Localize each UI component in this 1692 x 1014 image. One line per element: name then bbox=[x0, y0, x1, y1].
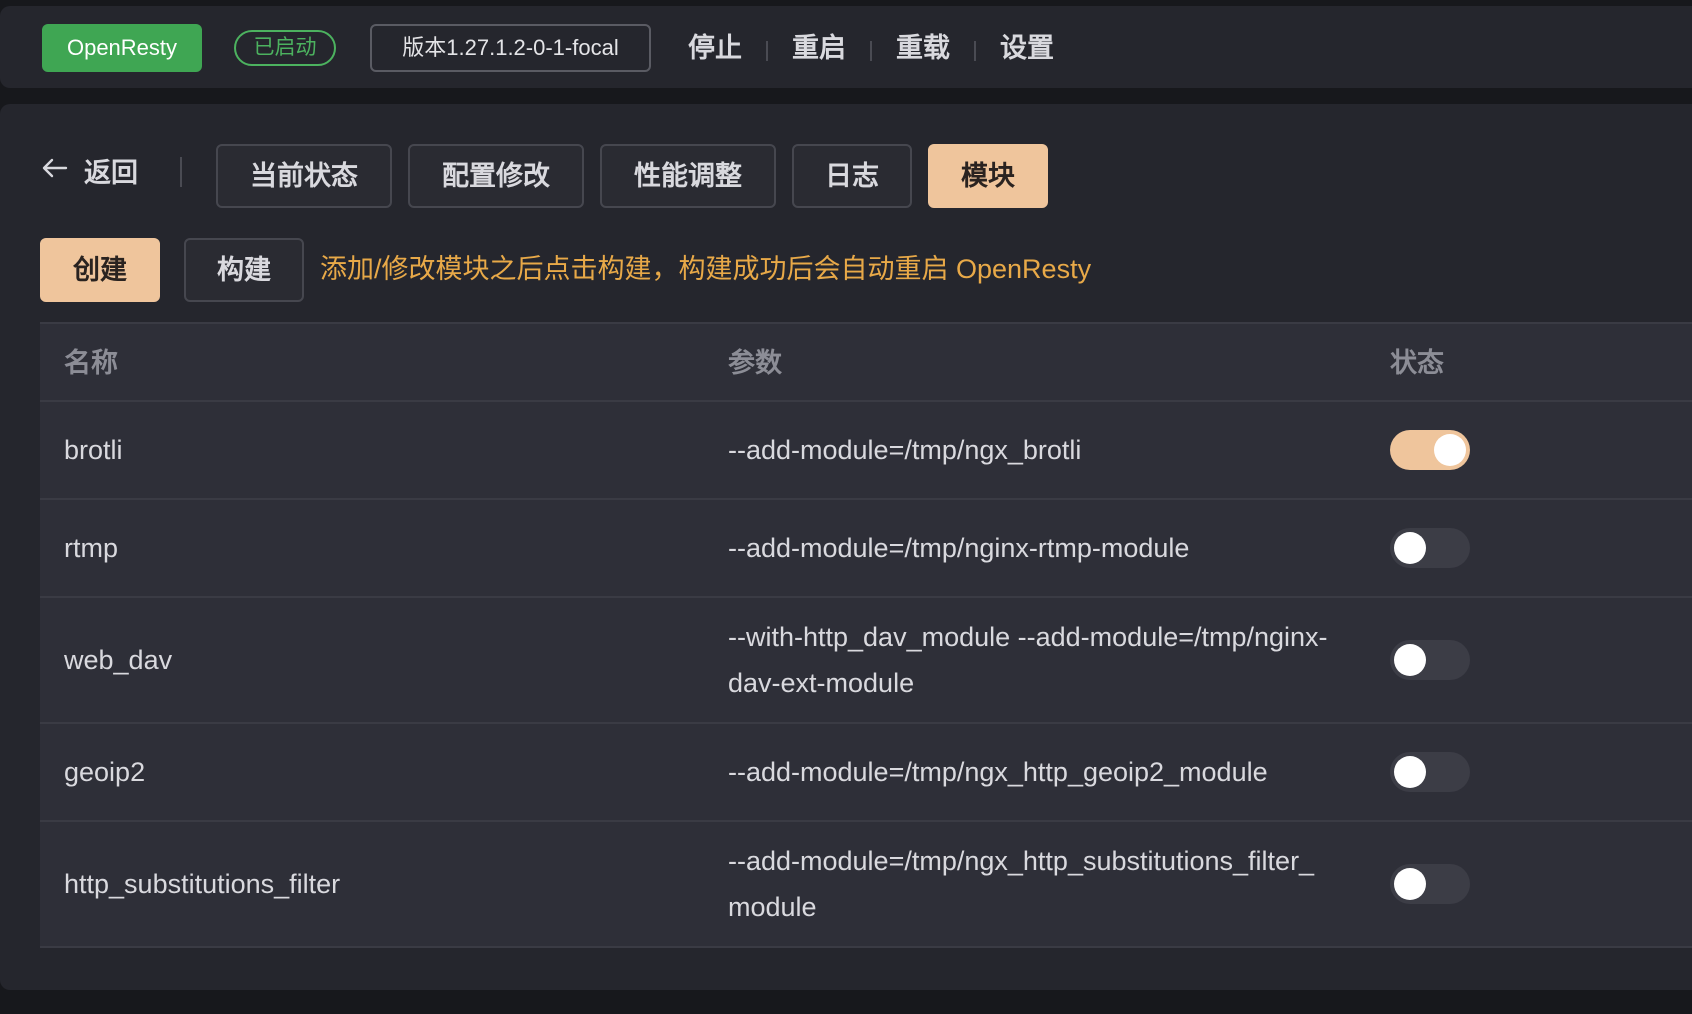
status-toggle[interactable] bbox=[1390, 752, 1470, 792]
status-toggle[interactable] bbox=[1390, 430, 1470, 470]
module-name: rtmp bbox=[64, 532, 118, 563]
main-panel: 返回 当前状态 配置修改 性能调整 日志 模块 创建 构建 添加/修改模块之后点… bbox=[0, 104, 1692, 990]
tab-modules[interactable]: 模块 bbox=[928, 144, 1048, 208]
modules-table: 名称 参数 状态 brotli --add-module=/tmp/ngx_br… bbox=[40, 322, 1692, 948]
restart-button[interactable]: 重启 bbox=[792, 24, 846, 72]
toggle-knob bbox=[1394, 756, 1426, 788]
separator bbox=[870, 41, 872, 61]
status-toggle[interactable] bbox=[1390, 528, 1470, 568]
module-name: geoip2 bbox=[64, 756, 146, 787]
toggle-knob bbox=[1434, 434, 1466, 466]
settings-button[interactable]: 设置 bbox=[1000, 24, 1054, 72]
arrow-left-icon bbox=[40, 153, 70, 188]
column-header-name: 名称 bbox=[64, 348, 118, 378]
column-header-status: 状态 bbox=[1390, 348, 1444, 378]
tab-current-status[interactable]: 当前状态 bbox=[216, 144, 392, 208]
status-badge: 已启动 bbox=[234, 30, 336, 66]
back-button[interactable]: 返回 bbox=[40, 146, 138, 194]
module-params: --add-module=/tmp/ngx_brotli bbox=[728, 435, 1082, 465]
table-row: brotli --add-module=/tmp/ngx_brotli bbox=[40, 402, 1692, 500]
module-params: --with-http_dav_module --add-module=/tmp… bbox=[728, 622, 1328, 698]
table-row: http_substitutions_filter --add-module=/… bbox=[40, 822, 1692, 948]
back-label: 返回 bbox=[84, 157, 138, 188]
top-bar: OpenResty 已启动 版本1.27.1.2-0-1-focal 停止 重启… bbox=[0, 6, 1692, 88]
stop-button[interactable]: 停止 bbox=[688, 24, 742, 72]
status-toggle[interactable] bbox=[1390, 864, 1470, 904]
table-row: geoip2 --add-module=/tmp/ngx_http_geoip2… bbox=[40, 724, 1692, 822]
separator bbox=[974, 41, 976, 61]
build-button[interactable]: 构建 bbox=[184, 238, 304, 302]
column-header-params: 参数 bbox=[728, 348, 782, 378]
module-params: --add-module=/tmp/ngx_http_geoip2_module bbox=[728, 757, 1268, 787]
version-tag: 版本1.27.1.2-0-1-focal bbox=[370, 24, 651, 72]
toggle-knob bbox=[1394, 644, 1426, 676]
toggle-knob bbox=[1394, 868, 1426, 900]
module-params: --add-module=/tmp/ngx_http_substitutions… bbox=[728, 846, 1315, 922]
table-row: web_dav --with-http_dav_module --add-mod… bbox=[40, 598, 1692, 724]
build-hint: 添加/修改模块之后点击构建，构建成功后会自动重启 OpenResty bbox=[320, 254, 1092, 284]
tab-performance[interactable]: 性能调整 bbox=[600, 144, 776, 208]
tab-logs[interactable]: 日志 bbox=[792, 144, 912, 208]
create-button[interactable]: 创建 bbox=[40, 238, 160, 302]
module-name: brotli bbox=[64, 434, 123, 465]
separator bbox=[180, 157, 182, 187]
module-name: web_dav bbox=[64, 644, 173, 675]
toggle-knob bbox=[1394, 532, 1426, 564]
separator bbox=[766, 41, 768, 61]
module-name: http_substitutions_filter bbox=[64, 868, 341, 899]
tab-config[interactable]: 配置修改 bbox=[408, 144, 584, 208]
module-params: --add-module=/tmp/nginx-rtmp-module bbox=[728, 533, 1190, 563]
reload-button[interactable]: 重载 bbox=[896, 24, 950, 72]
status-toggle[interactable] bbox=[1390, 640, 1470, 680]
table-row: rtmp --add-module=/tmp/nginx-rtmp-module bbox=[40, 500, 1692, 598]
app-name-tag: OpenResty bbox=[42, 24, 202, 72]
table-header: 名称 参数 状态 bbox=[40, 322, 1692, 402]
